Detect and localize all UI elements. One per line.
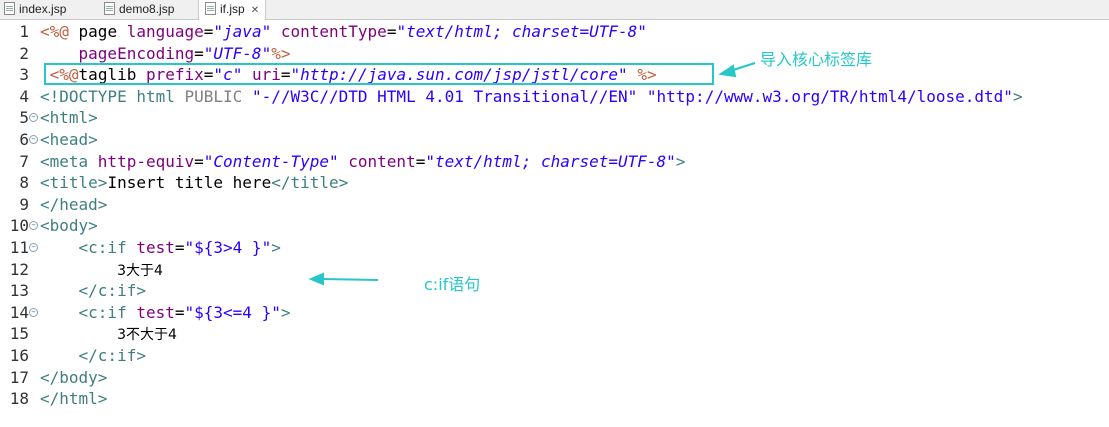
taglib-arrow	[718, 62, 756, 78]
if-arrow	[308, 272, 379, 286]
annotation-arrows	[308, 62, 756, 286]
